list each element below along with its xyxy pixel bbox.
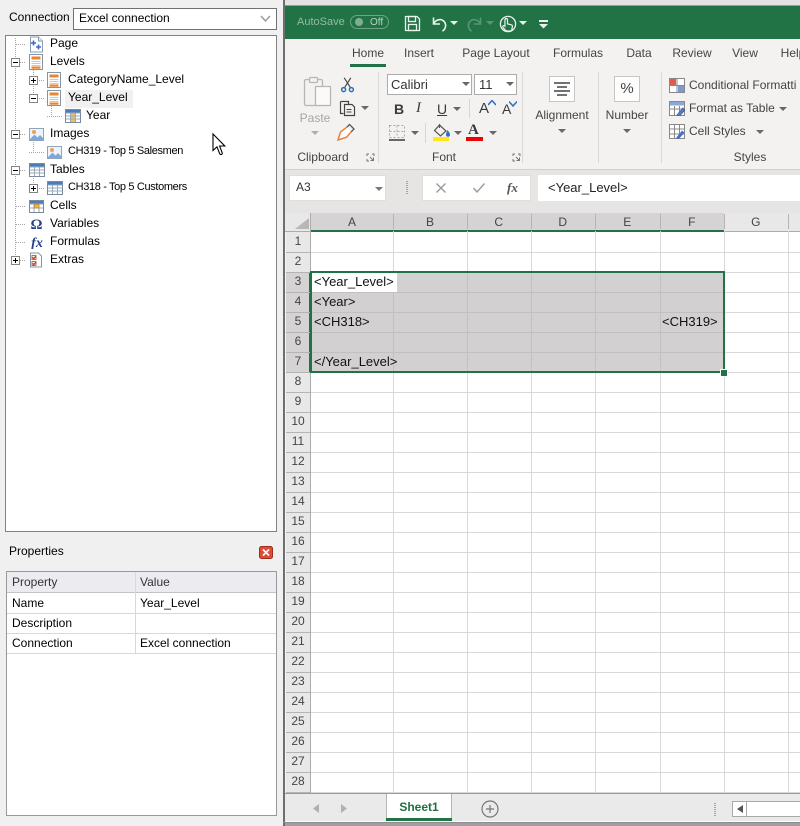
svg-text:Ω: Ω [30, 217, 42, 231]
svg-text:fx: fx [31, 236, 43, 249]
